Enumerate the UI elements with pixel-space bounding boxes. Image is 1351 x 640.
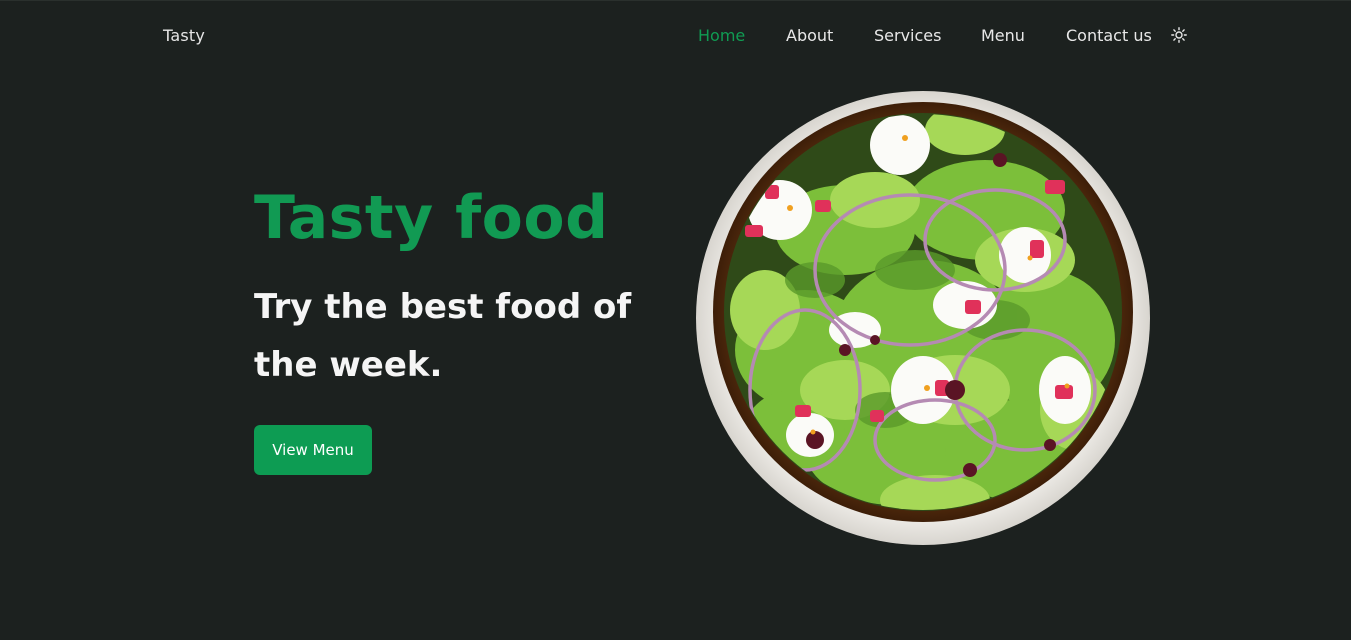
- hero-title: Tasty food: [254, 183, 609, 253]
- main-nav: Home About Services Menu Contact us: [0, 26, 1351, 48]
- nav-link-services[interactable]: Services: [874, 26, 941, 45]
- view-menu-button[interactable]: View Menu: [254, 425, 372, 475]
- sun-icon[interactable]: [1171, 27, 1187, 43]
- hero-subtitle: Try the best food of the week.: [254, 287, 632, 385]
- nav-link-about[interactable]: About: [786, 26, 833, 45]
- nav-link-menu[interactable]: Menu: [981, 26, 1025, 45]
- top-border: [0, 0, 1351, 1]
- salad-bowl-image: [695, 90, 1151, 546]
- nav-link-home[interactable]: Home: [698, 26, 745, 45]
- nav-link-contact[interactable]: Contact us: [1066, 26, 1152, 45]
